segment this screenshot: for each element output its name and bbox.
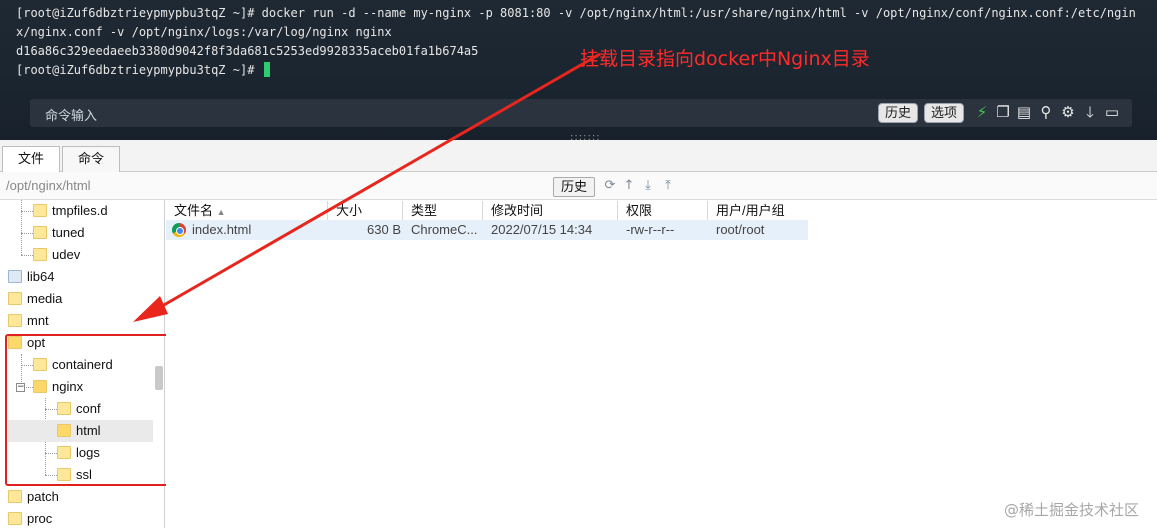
file-owner: root/root <box>716 222 765 237</box>
file-list[interactable]: 文件名 ▲ 大小 类型 修改时间 权限 用户/用户组 index.html 63… <box>166 200 1157 528</box>
column-header-modified[interactable]: 修改时间 <box>483 201 618 221</box>
tree-guide-line <box>21 200 22 255</box>
command-input-bar[interactable]: 命令输入 历史 选项 ⚡ ❐ ▤ ⚲ ⚙ 🡓 ▭ <box>30 99 1132 127</box>
column-header-owner[interactable]: 用户/用户组 <box>708 201 808 221</box>
folder-link-icon <box>8 270 22 283</box>
watermark: @稀土掘金技术社区 <box>1003 501 1139 519</box>
folder-icon <box>33 204 47 217</box>
column-header-permissions[interactable]: 权限 <box>618 201 708 221</box>
path-bar: /opt/nginx/html 历史 ⟳ ↑ ⤓ ⤒ <box>0 172 1157 200</box>
tree-item-udev[interactable]: udev <box>33 244 153 266</box>
table-row[interactable]: index.html 630 B ChromeC... 2022/07/15 1… <box>166 220 808 240</box>
file-size: 630 B <box>367 222 401 237</box>
arrow-down-icon[interactable]: 🡓 <box>1081 102 1099 122</box>
upload-icon[interactable]: ⤒ <box>660 177 676 195</box>
column-header-size[interactable]: 大小 <box>328 201 403 221</box>
tree-guide-line <box>21 233 33 234</box>
gear-icon[interactable]: ⚙ <box>1059 102 1077 122</box>
maximize-icon[interactable]: ▭ <box>1103 102 1121 122</box>
search-icon[interactable]: ⚲ <box>1037 102 1055 122</box>
options-button[interactable]: 选项 <box>924 103 965 123</box>
tree-guide-line <box>21 255 33 256</box>
folder-icon <box>8 490 22 503</box>
folder-icon <box>8 292 22 305</box>
download-icon[interactable]: ⤓ <box>640 177 656 195</box>
tree-guide-line <box>21 211 33 212</box>
tree-item-tmpfiles[interactable]: tmpfiles.d <box>33 200 153 222</box>
file-type: ChromeC... <box>411 222 478 237</box>
tree-item-patch[interactable]: patch <box>8 486 153 508</box>
tree-item-tuned[interactable]: tuned <box>33 222 153 244</box>
history-button[interactable]: 历史 <box>878 103 919 123</box>
file-name: index.html <box>192 222 252 237</box>
copy-icon[interactable]: ❐ <box>994 102 1012 122</box>
file-list-header: 文件名 ▲ 大小 类型 修改时间 权限 用户/用户组 <box>166 201 808 221</box>
annotation-text: 挂载目录指向docker中Nginx目录 <box>580 48 870 70</box>
tab-files[interactable]: 文件 <box>2 146 60 173</box>
tree-item-lib64[interactable]: lib64 <box>8 266 153 288</box>
sort-ascending-icon: ▲ <box>216 207 226 217</box>
paste-icon[interactable]: ▤ <box>1015 102 1033 122</box>
terminal-prompt: [root@iZuf6dbztrieypmypbu3tqZ ~]# <box>16 63 255 77</box>
folder-icon <box>33 226 47 239</box>
folder-icon <box>8 314 22 327</box>
file-permissions: -rw-r--r-- <box>626 222 675 237</box>
tab-bar: 文件 命令 <box>0 140 1157 173</box>
up-directory-icon[interactable]: ↑ <box>621 177 637 195</box>
command-input-placeholder[interactable]: 命令输入 <box>45 105 97 124</box>
lightning-icon[interactable]: ⚡ <box>973 102 991 122</box>
terminal-cursor <box>263 62 270 77</box>
path-input[interactable]: /opt/nginx/html <box>6 178 91 193</box>
path-history-button[interactable]: 历史 <box>553 177 595 197</box>
terminal-panel[interactable]: [root@iZuf6dbztrieypmypbu3tqZ ~]# docker… <box>0 0 1157 140</box>
highlight-box <box>5 334 169 486</box>
column-header-name[interactable]: 文件名 ▲ <box>166 201 328 221</box>
file-modified: 2022/07/15 14:34 <box>491 222 593 237</box>
tree-item-mnt[interactable]: mnt <box>8 310 153 332</box>
tab-commands[interactable]: 命令 <box>62 146 120 172</box>
terminal-command-line: [root@iZuf6dbztrieypmypbu3tqZ ~]# docker… <box>16 6 1136 39</box>
terminal-container-id: d16a86c329eedaeeb3380d9042f8f3da681c5253… <box>16 44 479 58</box>
terminal-output: [root@iZuf6dbztrieypmypbu3tqZ ~]# docker… <box>16 4 1141 80</box>
chrome-file-icon <box>172 223 186 237</box>
refresh-icon[interactable]: ⟳ <box>602 177 618 195</box>
folder-icon <box>8 512 22 525</box>
tree-item-proc[interactable]: proc <box>8 508 153 528</box>
column-header-type[interactable]: 类型 <box>403 201 483 221</box>
folder-icon <box>33 248 47 261</box>
tree-item-media[interactable]: media <box>8 288 153 310</box>
